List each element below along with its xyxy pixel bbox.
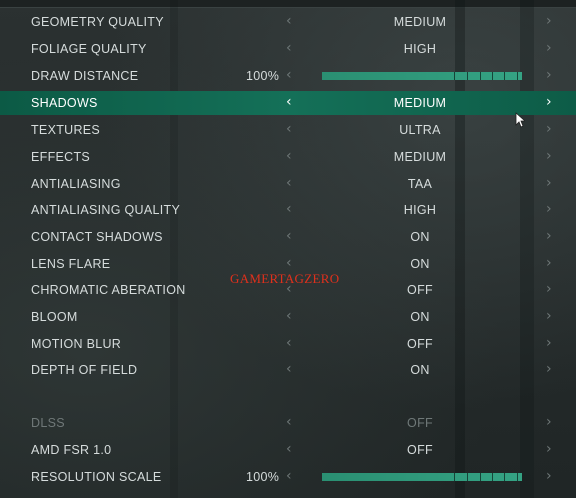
setting-label: CHROMATIC ABERATION (31, 283, 186, 297)
setting-label: ANTIALIASING (31, 177, 121, 191)
chevron-left-icon[interactable]: ‹ (286, 201, 292, 217)
chevron-right-icon[interactable]: › (546, 255, 552, 271)
chevron-right-icon[interactable]: › (546, 308, 552, 324)
setting-row[interactable]: MOTION BLUR ‹ OFF › (0, 332, 576, 356)
setting-value: MEDIUM (393, 96, 447, 110)
slider-tick (454, 473, 455, 481)
setting-row[interactable]: RESOLUTION SCALE 100% ‹ › (0, 465, 576, 489)
chevron-left-icon[interactable]: ‹ (286, 308, 292, 324)
setting-value: ON (410, 363, 430, 377)
chevron-left-icon[interactable]: ‹ (286, 414, 292, 430)
setting-row[interactable]: DRAW DISTANCE 100% ‹ › (0, 64, 576, 88)
setting-row[interactable]: TEXTURES ‹ ULTRA › (0, 118, 576, 142)
setting-label: RESOLUTION SCALE (31, 470, 162, 484)
setting-label: MOTION BLUR (31, 337, 122, 351)
chevron-left-icon[interactable]: ‹ (286, 40, 292, 56)
slider-tick (504, 473, 505, 481)
setting-label: ANTIALIASING QUALITY (31, 203, 181, 217)
slider-tick (467, 72, 468, 80)
chevron-right-icon[interactable]: › (546, 281, 552, 297)
setting-row[interactable]: GEOMETRY QUALITY ‹ MEDIUM › (0, 10, 576, 34)
setting-row[interactable]: ANTIALIASING ‹ TAA › (0, 172, 576, 196)
chevron-left-icon[interactable]: ‹ (286, 13, 292, 29)
setting-label: DRAW DISTANCE (31, 69, 139, 83)
setting-value: ON (410, 257, 430, 271)
setting-label: DLSS (31, 416, 65, 430)
chevron-right-icon[interactable]: › (546, 94, 552, 110)
chevron-left-icon[interactable]: ‹ (286, 148, 292, 164)
slider-tick (467, 473, 468, 481)
chevron-right-icon[interactable]: › (546, 40, 552, 56)
setting-label: AMD FSR 1.0 (31, 443, 112, 457)
chevron-right-icon[interactable]: › (546, 121, 552, 137)
setting-row[interactable]: FOLIAGE QUALITY ‹ HIGH › (0, 37, 576, 61)
chevron-right-icon[interactable]: › (546, 441, 552, 457)
setting-value: OFF (407, 416, 433, 430)
setting-value: OFF (407, 443, 433, 457)
setting-row[interactable]: AMD FSR 1.0 ‹ OFF › (0, 438, 576, 462)
slider-tick (492, 473, 493, 481)
chevron-left-icon[interactable]: ‹ (286, 67, 292, 83)
chevron-left-icon[interactable]: ‹ (286, 255, 292, 271)
setting-label: SHADOWS (31, 96, 98, 110)
chevron-right-icon[interactable]: › (546, 67, 552, 83)
mouse-cursor-icon (515, 112, 525, 128)
chevron-right-icon[interactable]: › (546, 201, 552, 217)
setting-row[interactable]: SHADOWS ‹ MEDIUM › (0, 91, 576, 115)
setting-row[interactable]: DEPTH OF FIELD ‹ ON › (0, 358, 576, 382)
setting-percent: 100% (246, 69, 280, 83)
slider-tick (454, 72, 455, 80)
slider-tick (480, 72, 481, 80)
slider-tick (517, 72, 518, 80)
chevron-left-icon[interactable]: ‹ (286, 175, 292, 191)
chevron-left-icon[interactable]: ‹ (286, 441, 292, 457)
setting-value: HIGH (403, 42, 437, 56)
setting-value: ON (410, 230, 430, 244)
chevron-left-icon[interactable]: ‹ (286, 94, 292, 110)
setting-percent: 100% (246, 470, 280, 484)
setting-row[interactable]: CONTACT SHADOWS ‹ ON › (0, 225, 576, 249)
setting-row[interactable]: BLOOM ‹ ON › (0, 305, 576, 329)
setting-value: HIGH (403, 203, 437, 217)
slider-tick (504, 72, 505, 80)
setting-label: BLOOM (31, 310, 78, 324)
setting-value: OFF (407, 283, 433, 297)
chevron-right-icon[interactable]: › (546, 468, 552, 484)
chevron-right-icon[interactable]: › (546, 414, 552, 430)
chevron-left-icon[interactable]: ‹ (286, 228, 292, 244)
setting-slider[interactable] (322, 473, 522, 481)
slider-tick (480, 473, 481, 481)
setting-value: MEDIUM (393, 150, 447, 164)
chevron-right-icon[interactable]: › (546, 361, 552, 377)
setting-label: GEOMETRY QUALITY (31, 15, 164, 29)
top-bar (0, 0, 576, 8)
chevron-left-icon[interactable]: ‹ (286, 335, 292, 351)
watermark: GAMERTAGZERO (230, 271, 340, 286)
chevron-right-icon[interactable]: › (546, 148, 552, 164)
slider-tick (492, 72, 493, 80)
chevron-right-icon[interactable]: › (546, 335, 552, 351)
slider-tick (517, 473, 518, 481)
setting-value: ON (410, 310, 430, 324)
setting-label: LENS FLARE (31, 257, 111, 271)
setting-label: FOLIAGE QUALITY (31, 42, 147, 56)
setting-row[interactable]: EFFECTS ‹ MEDIUM › (0, 145, 576, 169)
chevron-right-icon[interactable]: › (546, 175, 552, 191)
setting-value: MEDIUM (393, 15, 447, 29)
setting-value: ULTRA (399, 123, 441, 137)
setting-row[interactable]: ANTIALIASING QUALITY ‹ HIGH › (0, 198, 576, 222)
setting-label: EFFECTS (31, 150, 91, 164)
chevron-left-icon[interactable]: ‹ (286, 121, 292, 137)
setting-label: DEPTH OF FIELD (31, 363, 138, 377)
chevron-left-icon[interactable]: ‹ (286, 468, 292, 484)
setting-value: OFF (407, 337, 433, 351)
setting-label: CONTACT SHADOWS (31, 230, 163, 244)
setting-slider[interactable] (322, 72, 522, 80)
chevron-right-icon[interactable]: › (546, 228, 552, 244)
setting-value: TAA (407, 177, 433, 191)
setting-row[interactable]: DLSS ‹ OFF › (0, 411, 576, 435)
chevron-right-icon[interactable]: › (546, 13, 552, 29)
setting-label: TEXTURES (31, 123, 101, 137)
chevron-left-icon[interactable]: ‹ (286, 361, 292, 377)
